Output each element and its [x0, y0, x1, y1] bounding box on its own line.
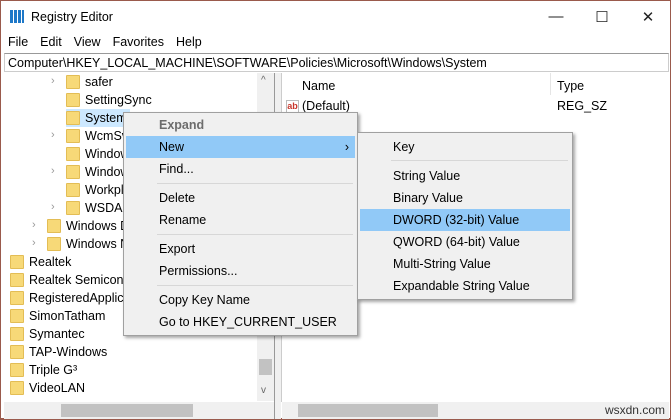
tree-item[interactable]: SimonTatham	[10, 307, 108, 325]
folder-icon	[10, 381, 24, 395]
menu-favorites[interactable]: Favorites	[113, 35, 164, 49]
expand-chevron-icon[interactable]: ›	[32, 237, 36, 249]
tree-item[interactable]: Triple G³	[10, 361, 80, 379]
tree-item-label: Symantec	[29, 327, 85, 341]
tree-item[interactable]: Windows D	[47, 217, 132, 235]
tree-item-label: VideoLAN	[29, 381, 86, 395]
menu-item-find[interactable]: Find...	[126, 158, 355, 180]
submenu-item-expandable-string-value[interactable]: Expandable String Value	[360, 275, 570, 297]
submenu-item-key[interactable]: Key	[360, 136, 570, 158]
expand-chevron-icon[interactable]: ›	[51, 75, 55, 87]
tree-item[interactable]: safer	[66, 73, 116, 91]
column-type[interactable]: Type	[557, 79, 584, 93]
context-menu: Expand New › Find... Delete Rename Export…	[123, 112, 358, 336]
tree-item[interactable]: RegisteredApplica	[10, 289, 133, 307]
menu-separator	[157, 183, 353, 184]
minimize-button[interactable]: —	[533, 1, 579, 32]
folder-icon	[66, 165, 80, 179]
tree-item[interactable]: VideoLAN	[10, 379, 88, 397]
submenu-item-qword-value[interactable]: QWORD (64-bit) Value	[360, 231, 570, 253]
tree-item[interactable]: System	[66, 109, 130, 127]
folder-icon	[10, 255, 24, 269]
submenu-item-string-value[interactable]: String Value	[360, 165, 570, 187]
tree-item[interactable]: Windows N	[47, 235, 132, 253]
folder-icon	[10, 291, 24, 305]
scroll-thumb[interactable]	[259, 359, 272, 375]
expand-chevron-icon[interactable]: ›	[51, 165, 55, 177]
menu-item-export[interactable]: Export	[126, 238, 355, 260]
menu-item-label: New	[159, 140, 185, 154]
tree-item-label: Triple G³	[29, 363, 78, 377]
scroll-down-icon[interactable]: v	[261, 385, 266, 396]
folder-icon	[66, 183, 80, 197]
menu-file[interactable]: File	[8, 35, 28, 49]
menu-item-go-to-hkcu[interactable]: Go to HKEY_CURRENT_USER	[126, 311, 355, 333]
value-type: REG_SZ	[557, 99, 608, 113]
maximize-button[interactable]: ☐	[579, 1, 625, 32]
tree-item-label: Workpl	[85, 183, 124, 197]
tree-item[interactable]: Realtek	[10, 253, 74, 271]
scroll-thumb[interactable]	[61, 404, 193, 417]
app-icon	[10, 10, 24, 23]
menu-separator	[157, 285, 353, 286]
window-title: Registry Editor	[31, 10, 113, 24]
watermark: wsxdn.com	[604, 403, 665, 417]
menu-item-rename[interactable]: Rename	[126, 209, 355, 231]
value-name: (Default)	[302, 99, 350, 113]
chevron-right-icon: ›	[344, 140, 349, 154]
tree-horizontal-scrollbar[interactable]	[4, 402, 274, 419]
close-button[interactable]: ✕	[625, 1, 671, 32]
folder-icon	[66, 93, 80, 107]
menu-help[interactable]: Help	[176, 35, 202, 49]
tree-item[interactable]: Realtek Semicond	[10, 271, 133, 289]
folder-icon	[66, 111, 80, 125]
menu-item-copy-key-name[interactable]: Copy Key Name	[126, 289, 355, 311]
scroll-up-icon[interactable]: ^	[261, 75, 266, 86]
folder-icon	[47, 219, 61, 233]
tree-item-label: TAP-Windows	[29, 345, 108, 359]
folder-icon	[66, 147, 80, 161]
tree-item[interactable]: SettingSync	[66, 91, 155, 109]
folder-icon	[66, 201, 80, 215]
folder-icon	[47, 237, 61, 251]
menu-item-permissions[interactable]: Permissions...	[126, 260, 355, 282]
string-value-icon: ab	[286, 99, 299, 113]
menu-edit[interactable]: Edit	[40, 35, 62, 49]
tree-item-label: Realtek	[29, 255, 72, 269]
tree-item-label: Realtek Semicond	[29, 273, 131, 287]
folder-icon	[66, 129, 80, 143]
column-name[interactable]: Name	[302, 79, 335, 93]
tree-item-label: SimonTatham	[29, 309, 106, 323]
folder-icon	[10, 327, 24, 341]
menu-bar: File Edit View Favorites Help	[8, 35, 214, 49]
tree-item-label: safer	[85, 75, 113, 89]
tree-item-label: RegisteredApplica	[29, 291, 131, 305]
submenu-item-multi-string-value[interactable]: Multi-String Value	[360, 253, 570, 275]
menu-separator	[157, 234, 353, 235]
new-submenu: Key String Value Binary Value DWORD (32-…	[357, 132, 573, 300]
tree-item[interactable]: Workpl	[66, 181, 127, 199]
menu-item-expand[interactable]: Expand	[126, 114, 355, 136]
tree-item[interactable]: Symantec	[10, 325, 88, 343]
scroll-thumb[interactable]	[298, 404, 438, 417]
tree-item-label: SettingSync	[85, 93, 152, 107]
expand-chevron-icon[interactable]: ›	[32, 219, 36, 231]
folder-icon	[10, 273, 24, 287]
registry-editor-window: Registry Editor — ☐ ✕ File Edit View Favori…	[0, 0, 671, 420]
folder-icon	[10, 309, 24, 323]
list-horizontal-scrollbar[interactable]: wsxdn.com	[282, 402, 669, 419]
menu-separator	[391, 160, 568, 161]
folder-icon	[66, 75, 80, 89]
tree-item[interactable]: TAP-Windows	[10, 343, 110, 361]
submenu-item-binary-value[interactable]: Binary Value	[360, 187, 570, 209]
folder-icon	[10, 363, 24, 377]
address-bar[interactable]: Computer\HKEY_LOCAL_MACHINE\SOFTWARE\Pol…	[4, 53, 669, 72]
menu-item-new[interactable]: New ›	[126, 136, 355, 158]
menu-view[interactable]: View	[74, 35, 101, 49]
folder-icon	[10, 345, 24, 359]
menu-item-delete[interactable]: Delete	[126, 187, 355, 209]
expand-chevron-icon[interactable]: ›	[51, 129, 55, 141]
submenu-item-dword-value[interactable]: DWORD (32-bit) Value	[360, 209, 570, 231]
expand-chevron-icon[interactable]: ›	[51, 201, 55, 213]
